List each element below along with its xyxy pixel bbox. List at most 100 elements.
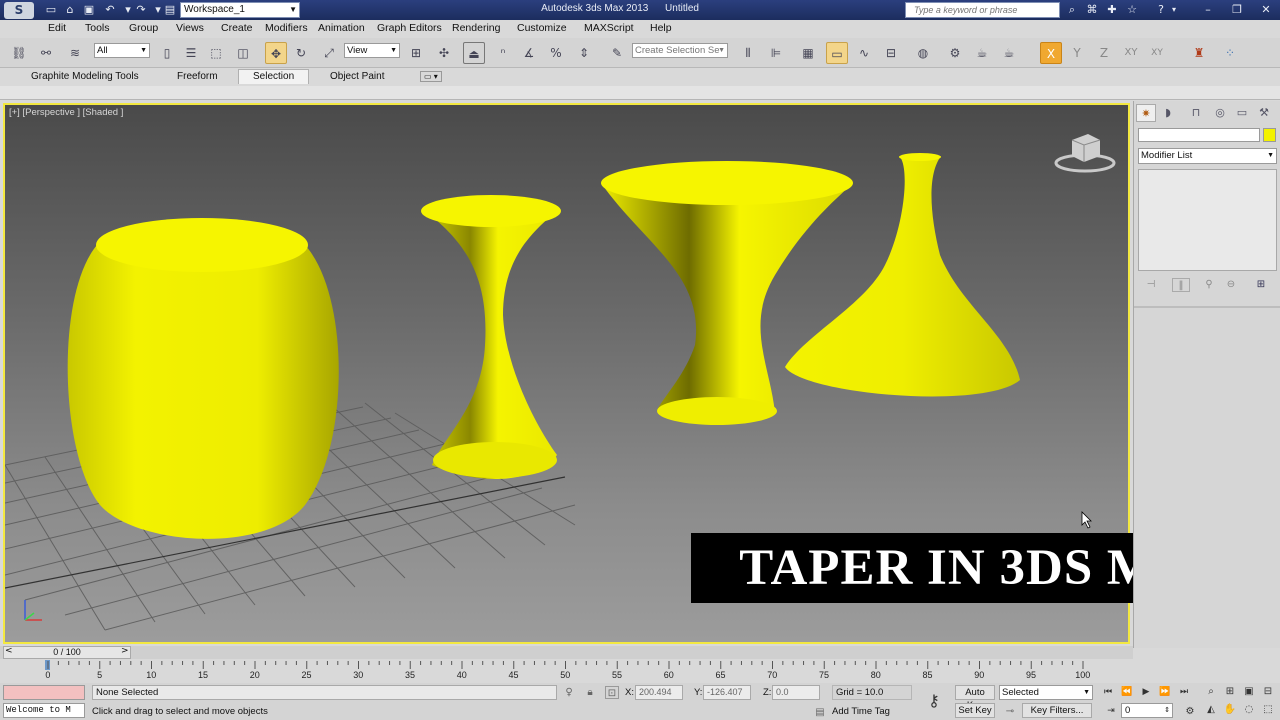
graphite-toggle-icon[interactable]: ▭ xyxy=(826,42,848,64)
add-time-tag[interactable]: Add Time Tag xyxy=(832,706,890,717)
bind-space-warp-icon[interactable]: ≋ xyxy=(64,42,86,64)
named-selection-dropdown[interactable]: Create Selection Se ▼ xyxy=(632,43,728,58)
next-key-icon[interactable]: ⏩ xyxy=(1157,686,1173,699)
rendered-frame-window-icon[interactable]: ☕ xyxy=(971,42,993,64)
orbit-icon[interactable]: ◌ xyxy=(1241,703,1257,717)
rectangular-selection-icon[interactable]: ⬚ xyxy=(205,42,227,64)
modify-panel-icon[interactable]: ◗ xyxy=(1158,104,1178,122)
menu-modifiers[interactable]: Modifiers xyxy=(265,22,308,34)
align-icon[interactable]: ⊫ xyxy=(765,42,787,64)
maximize-viewport-icon[interactable]: ⬚ xyxy=(1260,703,1276,717)
restore-icon[interactable]: ❐ xyxy=(1229,3,1245,17)
new-file-icon[interactable]: ▭ xyxy=(44,3,58,17)
axis-constraint-y[interactable]: Y xyxy=(1066,42,1088,64)
object-color-swatch[interactable] xyxy=(1263,128,1276,142)
angle-snap-icon[interactable]: ∡ xyxy=(518,42,540,64)
ribbon-options-dropdown-icon[interactable]: ▭ ▾ xyxy=(420,71,442,82)
create-panel-icon[interactable]: ✷ xyxy=(1136,104,1156,122)
maxscript-listener-mini[interactable] xyxy=(3,685,85,700)
menu-views[interactable]: Views xyxy=(176,22,204,34)
material-editor-icon[interactable]: ◍ xyxy=(912,42,934,64)
layer-manager-icon[interactable]: ▦ xyxy=(797,42,819,64)
zoom-extents-all-icon[interactable]: ⊟ xyxy=(1260,685,1276,699)
menu-edit[interactable]: Edit xyxy=(48,22,66,34)
tab-selection[interactable]: Selection xyxy=(238,69,310,84)
zoom-icon[interactable]: ⌕ xyxy=(1203,685,1219,699)
menu-rendering[interactable]: Rendering xyxy=(452,22,500,34)
menu-help[interactable]: Help xyxy=(650,22,672,34)
menu-maxscript[interactable]: MAXScript xyxy=(584,22,634,34)
help-dropdown-icon[interactable]: ▾ xyxy=(1166,3,1182,17)
menu-create[interactable]: Create xyxy=(221,22,253,34)
menu-animation[interactable]: Animation xyxy=(318,22,365,34)
time-configuration-icon[interactable]: ⚙ xyxy=(1182,705,1198,719)
zoom-extents-icon[interactable]: ▣ xyxy=(1241,685,1257,699)
binoculars-search-icon[interactable]: ⌕ xyxy=(1064,3,1080,17)
search-input[interactable] xyxy=(914,5,1054,15)
make-unique-icon[interactable]: ⚲ xyxy=(1200,278,1218,292)
reference-coordinate-dropdown[interactable]: View ▼ xyxy=(344,43,400,58)
undo-dropdown-icon[interactable]: ▾ xyxy=(121,3,135,17)
schematic-view-icon[interactable]: ⊟ xyxy=(880,42,902,64)
keyboard-shortcut-override-icon[interactable]: ⏏ xyxy=(463,42,485,64)
modifier-list-dropdown[interactable]: Modifier List ▼ xyxy=(1138,148,1277,164)
project-folder-icon[interactable]: ▤ xyxy=(163,3,177,17)
go-to-end-icon[interactable]: ⏭ xyxy=(1176,686,1192,699)
zoom-all-icon[interactable]: ⊞ xyxy=(1222,685,1238,699)
y-coordinate[interactable]: -126.407 xyxy=(703,685,751,700)
pivot-center-icon[interactable]: ⊞ xyxy=(405,42,427,64)
current-frame-field[interactable]: 0 ⇕ xyxy=(1121,703,1173,718)
axis-constraint-z[interactable]: Z xyxy=(1093,42,1115,64)
menu-tools[interactable]: Tools xyxy=(85,22,110,34)
communication-center-icon[interactable]: ✚ xyxy=(1104,3,1120,17)
window-crossing-icon[interactable]: ◫ xyxy=(232,42,254,64)
select-manipulate-icon[interactable]: ✣ xyxy=(433,42,455,64)
maxscript-welcome[interactable]: Welcome to M xyxy=(3,703,85,718)
percent-snap-icon[interactable]: % xyxy=(545,42,567,64)
utilities-panel-icon[interactable]: ⚒ xyxy=(1254,104,1274,122)
mirror-icon[interactable]: ⫴ xyxy=(737,42,759,64)
configure-modifier-sets-icon[interactable]: ⊞ xyxy=(1252,278,1270,292)
select-and-rotate-icon[interactable]: ↻ xyxy=(290,42,312,64)
render-production-icon[interactable]: ☕ xyxy=(998,42,1020,64)
auto-key-button[interactable]: Auto Key xyxy=(955,685,995,711)
motion-panel-icon[interactable]: ◎ xyxy=(1210,104,1230,122)
axis-constraint-xy-cycle[interactable]: XY xyxy=(1146,42,1168,64)
time-tag-icon[interactable]: ▤ xyxy=(813,706,827,719)
tab-object-paint[interactable]: Object Paint xyxy=(330,71,384,82)
axis-constraint-x[interactable]: X xyxy=(1040,42,1062,64)
object-name-input[interactable] xyxy=(1138,128,1260,142)
snaps-toggle-icon[interactable]: ⁿ xyxy=(492,42,514,64)
curve-editor-icon[interactable]: ∿ xyxy=(853,42,875,64)
select-by-name-icon[interactable]: ☰ xyxy=(180,42,202,64)
previous-key-icon[interactable]: ⏪ xyxy=(1119,686,1135,699)
favorites-star-icon[interactable]: ☆ xyxy=(1124,3,1140,17)
open-file-icon[interactable]: ⌂ xyxy=(63,3,77,17)
tab-graphite-modeling-tools[interactable]: Graphite Modeling Tools xyxy=(31,71,139,82)
render-setup-icon[interactable]: ⚙ xyxy=(944,42,966,64)
select-object-icon[interactable]: ▯ xyxy=(156,42,178,64)
subscription-center-icon[interactable]: ⌘ xyxy=(1084,3,1100,17)
pan-view-icon[interactable]: ✋ xyxy=(1222,703,1238,717)
show-end-result-icon[interactable]: ‖ xyxy=(1172,278,1190,292)
play-icon[interactable]: ▶ xyxy=(1138,686,1154,699)
pin-stack-icon[interactable]: ⊣ xyxy=(1142,278,1160,292)
key-mode-toggle-icon[interactable]: ⇥ xyxy=(1103,705,1119,718)
search-field[interactable] xyxy=(905,2,1060,18)
key-mode-icon[interactable]: ⊸ xyxy=(1003,705,1017,718)
z-coordinate[interactable]: 0.0 xyxy=(772,685,820,700)
absolute-mode-transform-icon[interactable]: ⊡ xyxy=(605,686,619,699)
particle-view-icon[interactable]: ⁘ xyxy=(1219,42,1241,64)
time-slider[interactable]: 0 / 100 > < xyxy=(0,646,1133,659)
link-icon[interactable]: ⛓ xyxy=(8,42,30,64)
close-icon[interactable]: ✕ xyxy=(1258,3,1274,17)
key-filter-set-dropdown[interactable]: Selected ▼ xyxy=(999,685,1093,700)
selection-lock-icon[interactable]: 🔒︎ xyxy=(583,686,597,699)
modifier-stack[interactable] xyxy=(1138,169,1277,271)
redo-icon[interactable]: ↷ xyxy=(134,3,148,17)
undo-icon[interactable]: ↶ xyxy=(103,3,117,17)
menu-customize[interactable]: Customize xyxy=(517,22,567,34)
populate-icon[interactable]: ♜ xyxy=(1188,42,1210,64)
track-bar[interactable]: 0 5 10 15 20 25 30 35 40 45 50 55 60 65 70 75 80 85 90 95 10… xyxy=(0,659,1133,683)
isolate-selection-icon[interactable]: ♀ xyxy=(562,686,576,699)
